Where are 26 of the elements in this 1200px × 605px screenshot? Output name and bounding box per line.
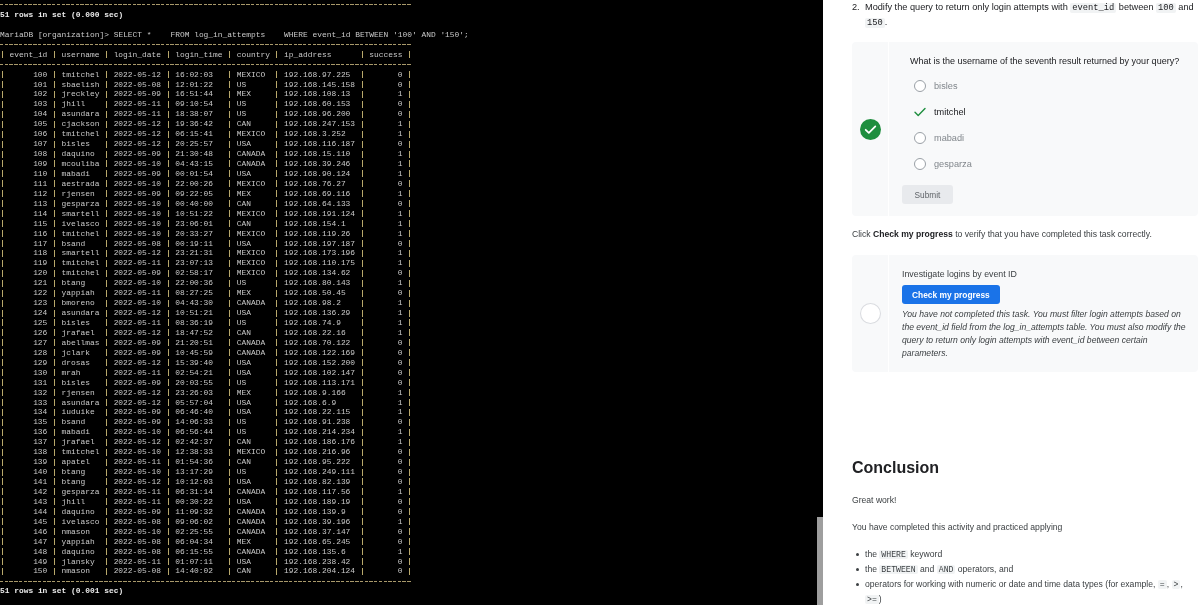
question-text: What is the username of the seventh result returned by your query? — [910, 55, 1181, 68]
paragraph-text: Great work! — [852, 494, 898, 507]
task-title: Investigate logins by event ID — [902, 268, 1018, 281]
option-label[interactable]: tmitchel — [934, 107, 966, 117]
check-icon[interactable] — [914, 107, 926, 117]
option-label[interactable]: mabadi — [934, 133, 965, 143]
radio-button[interactable] — [914, 80, 926, 92]
radio-button[interactable] — [914, 158, 926, 170]
list-item-text: the BETWEEN and AND operators, and — [865, 563, 1015, 576]
list-item-text: operators for working with numeric or date and time data types (for example, = , > , >= ) — [865, 578, 1184, 605]
radio-button[interactable] — [914, 132, 926, 144]
instruction-text: Modify the query to return only login attempts with event_id between 100 and 150 . — [865, 1, 1195, 30]
bullet-icon — [856, 552, 859, 556]
option-label[interactable]: gesparza — [934, 159, 972, 169]
bullet-icon — [856, 582, 859, 586]
paragraph-text: You have completed this activity and practiced applying — [852, 521, 1064, 534]
task-status-message: You have not completed this task. You must filter login attempts based on the event_id field from the log_in_attempts table. You must also modify the query to return only login attempts with event_id between certain parameters. — [902, 308, 1186, 360]
list-item-text: the WHERE keyword — [865, 548, 944, 561]
section-heading: Conclusion — [852, 458, 941, 478]
submit-button[interactable]: Submit — [902, 185, 953, 204]
list-number: 2. — [852, 1, 861, 14]
bullet-icon — [856, 567, 859, 571]
check-progress-button[interactable]: Check my progress — [902, 285, 1000, 304]
instruction-text: Click Check my progress to verify that you have completed this task correctly. — [852, 228, 1153, 241]
scrollbar-thumb[interactable] — [817, 517, 823, 605]
option-label[interactable]: bisles — [934, 81, 958, 91]
